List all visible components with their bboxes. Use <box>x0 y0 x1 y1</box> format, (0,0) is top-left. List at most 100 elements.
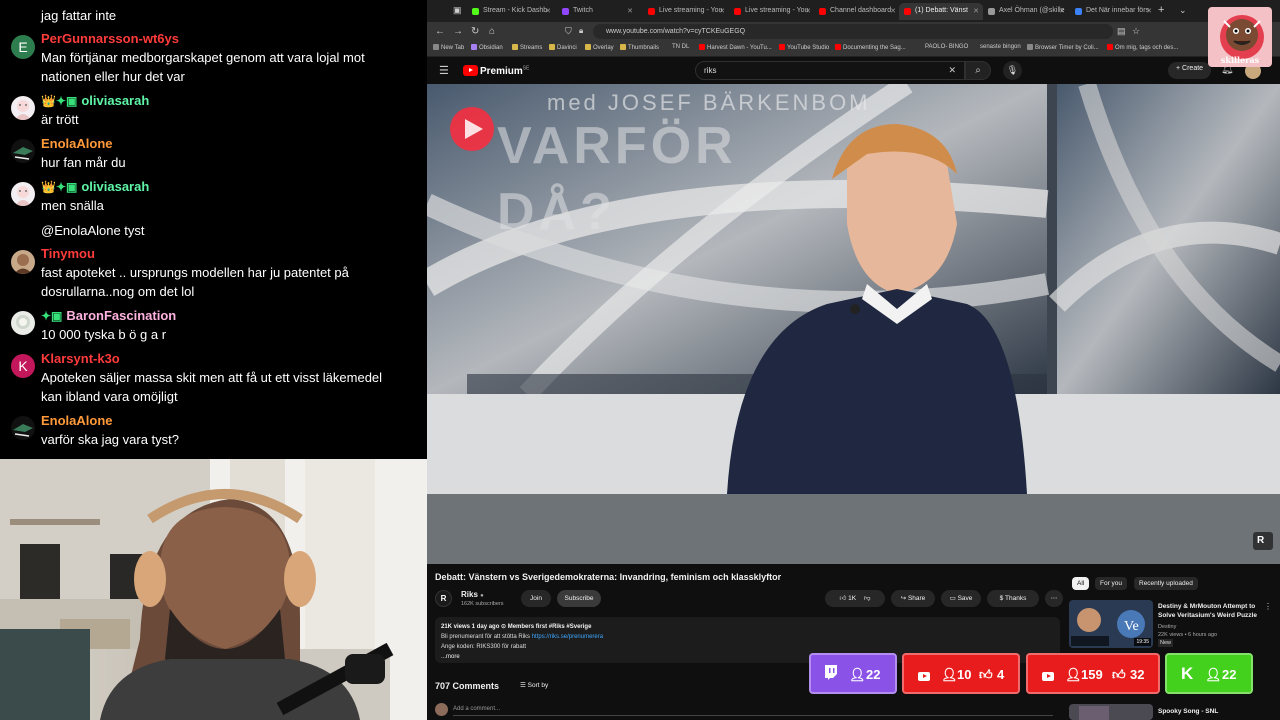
thumbs-down-icon[interactable]: 👎︎ <box>864 595 871 602</box>
subscribe-button[interactable]: Subscribe <box>557 590 601 607</box>
sort-by-button[interactable]: ☰ Sort by <box>520 681 548 689</box>
chat-username[interactable]: Klarsynt-k3o <box>41 351 120 366</box>
browser-tab[interactable]: Axel Öhman (@skille ✕ <box>983 3 1069 20</box>
back-icon[interactable]: ← <box>435 26 445 37</box>
clear-search-icon[interactable]: ✕ <box>948 65 956 76</box>
bookmark-item[interactable]: Harvest Dawn - YouTu... <box>699 44 772 51</box>
close-tab-icon[interactable]: ✕ <box>719 7 725 15</box>
recommended-title[interactable]: Spooky Song - SNL <box>1158 707 1262 716</box>
user-avatar: K <box>11 354 35 378</box>
recommended-video[interactable]: Ve 19:35 Destiny & MrMouton Attempt to S… <box>1069 600 1274 650</box>
thumbs-up-icon[interactable]: 👍︎ <box>840 595 847 602</box>
more-options-icon[interactable]: ⋮ <box>1264 602 1272 611</box>
user-avatar <box>11 96 35 120</box>
bookmark-star-icon[interactable]: ☆ <box>1132 26 1140 37</box>
chat-username[interactable]: BaronFascination <box>66 308 176 323</box>
menu-icon[interactable]: ☰ <box>439 64 449 77</box>
chat-username[interactable]: Tinymou <box>41 246 95 261</box>
browser-tab-active[interactable]: (1) Debatt: Vänst ✕ <box>899 3 983 20</box>
thanks-button[interactable]: $ Thanks <box>987 590 1039 607</box>
bookmark-item[interactable]: New Tab <box>433 44 464 51</box>
description-link[interactable]: https://riks.se/prenumerera <box>532 634 603 640</box>
reload-icon[interactable]: ↻ <box>471 26 479 37</box>
shield-icon[interactable]: ⛉ <box>565 26 572 37</box>
browser-tab[interactable]: Live streaming - You ✕ <box>729 3 815 20</box>
user-avatar <box>11 139 35 163</box>
chevron-down-icon[interactable]: ⌄ <box>1179 5 1187 16</box>
save-button[interactable]: ▭ Save <box>941 590 981 607</box>
search-input[interactable]: riks ✕ <box>695 61 965 80</box>
comments-count: 707 Comments <box>435 681 500 691</box>
bookmark-item[interactable]: PAOLO- BINGO <box>925 44 968 50</box>
close-tab-icon[interactable]: ✕ <box>973 7 979 15</box>
video-player[interactable]: med JOSEF BÄRKENBOM VARFÖR DÅ? R <box>427 84 1280 564</box>
chat-username[interactable]: EnolaAlone <box>41 136 113 151</box>
more-actions-icon[interactable]: ⋯ <box>1045 590 1063 607</box>
share-button[interactable]: ↪ Share <box>891 590 935 607</box>
recommended-meta: Destiny 22K views • 6 hours ago New <box>1158 623 1217 647</box>
brand-label: skilleras <box>1220 55 1260 65</box>
like-dislike-button[interactable]: 👍︎ 1K 👎︎ <box>825 590 885 607</box>
search-icon[interactable]: ⌕ <box>965 61 991 80</box>
close-tab-icon[interactable]: ✕ <box>545 7 551 15</box>
video-thumbnail[interactable]: Ve 19:35 <box>1069 600 1153 648</box>
bookmark-item[interactable]: Om mig, tags och des... <box>1107 44 1178 51</box>
close-tab-icon[interactable]: ✕ <box>890 7 896 15</box>
channel-name[interactable]: Riks ● <box>461 590 484 599</box>
close-tab-icon[interactable]: ✕ <box>805 7 811 15</box>
bookmark-item[interactable]: TN DL <box>672 44 689 50</box>
youtube-logo-icon <box>918 669 930 684</box>
bookmark-item[interactable]: Davinci <box>549 44 577 51</box>
bookmark-item[interactable]: Obsidian <box>471 44 503 51</box>
tab-overview-icon[interactable]: ▣ <box>453 5 462 16</box>
recommended-channel[interactable]: Destiny <box>1158 623 1217 631</box>
close-tab-icon[interactable]: ✕ <box>1146 7 1152 15</box>
new-tab-icon[interactable]: + <box>1158 4 1164 16</box>
bookmark-item[interactable]: YouTube Studio <box>779 44 829 51</box>
browser-tab[interactable]: Live streaming - You ✕ <box>643 3 729 20</box>
bookmark-item[interactable]: Streams <box>512 44 542 51</box>
chat-username[interactable]: oliviasarah <box>81 93 149 108</box>
home-icon[interactable]: ⌂ <box>489 26 495 37</box>
bookmark-item[interactable]: Thumbnails <box>620 44 659 51</box>
bookmark-item[interactable]: Documenting the Sag... <box>835 44 906 51</box>
site-favicon-icon <box>1075 8 1082 15</box>
youtube-like-count: 4 <box>997 667 1005 682</box>
url-field[interactable]: www.youtube.com/watch?v=cyTCKEuGEGQ <box>593 24 1113 39</box>
reader-icon[interactable]: ▤ <box>1117 26 1126 37</box>
add-comment-input[interactable]: Add a comment... <box>453 706 1053 716</box>
filter-chip-for-you[interactable]: For you <box>1095 577 1128 590</box>
chat-username[interactable]: oliviasarah <box>81 179 149 194</box>
chat-username-row[interactable]: 👑✦▣ oliviasarah <box>41 179 149 194</box>
join-button[interactable]: Join <box>521 590 551 607</box>
chat-username-row[interactable]: 👑✦▣ oliviasarah <box>41 93 149 108</box>
forward-icon[interactable]: → <box>453 26 463 37</box>
youtube-favicon-icon <box>648 8 655 15</box>
filter-chip-all[interactable]: All <box>1072 577 1090 590</box>
video-thumbnail[interactable] <box>1069 704 1153 720</box>
bookmark-item[interactable]: Browser Timer by Coli... <box>1027 44 1099 51</box>
verified-icon: ● <box>480 593 484 599</box>
channel-avatar[interactable]: R <box>435 590 452 607</box>
create-button[interactable]: + Create <box>1168 62 1212 79</box>
user-avatar: E <box>11 35 35 59</box>
browser-tab[interactable]: Twitch ✕ <box>557 3 637 20</box>
browser-tab[interactable]: Det När innebar förs ✕ <box>1070 3 1156 20</box>
recommended-video[interactable]: Spooky Song - SNL <box>1069 704 1274 720</box>
chat-username-row[interactable]: ✦▣ BaronFascination <box>41 308 176 323</box>
filter-chip-recently-uploaded[interactable]: Recently uploaded <box>1134 577 1198 590</box>
sort-icon: ☰ <box>520 682 526 689</box>
browser-tab[interactable]: Stream - Kick Dashb ✕ <box>467 3 555 20</box>
viewer-person-icon: 👤︎ <box>1065 667 1082 682</box>
create-label: Create <box>1182 65 1204 72</box>
youtube-logo[interactable]: PremiumSE <box>463 65 529 77</box>
bookmark-item[interactable]: senaste bingon <box>980 44 1021 50</box>
close-tab-icon[interactable]: ✕ <box>627 7 633 15</box>
chat-username[interactable]: PerGunnarsson-wt6ys <box>41 31 179 46</box>
close-tab-icon[interactable]: ✕ <box>1059 7 1065 15</box>
chat-username[interactable]: EnolaAlone <box>41 413 113 428</box>
bookmark-item[interactable]: Overlay <box>585 44 614 51</box>
browser-tab[interactable]: Channel dashboard ✕ <box>814 3 900 20</box>
microphone-icon[interactable]: 🎙︎ <box>1003 61 1022 80</box>
recommended-title[interactable]: Destiny & MrMouton Attempt to Solve Veri… <box>1158 602 1262 620</box>
